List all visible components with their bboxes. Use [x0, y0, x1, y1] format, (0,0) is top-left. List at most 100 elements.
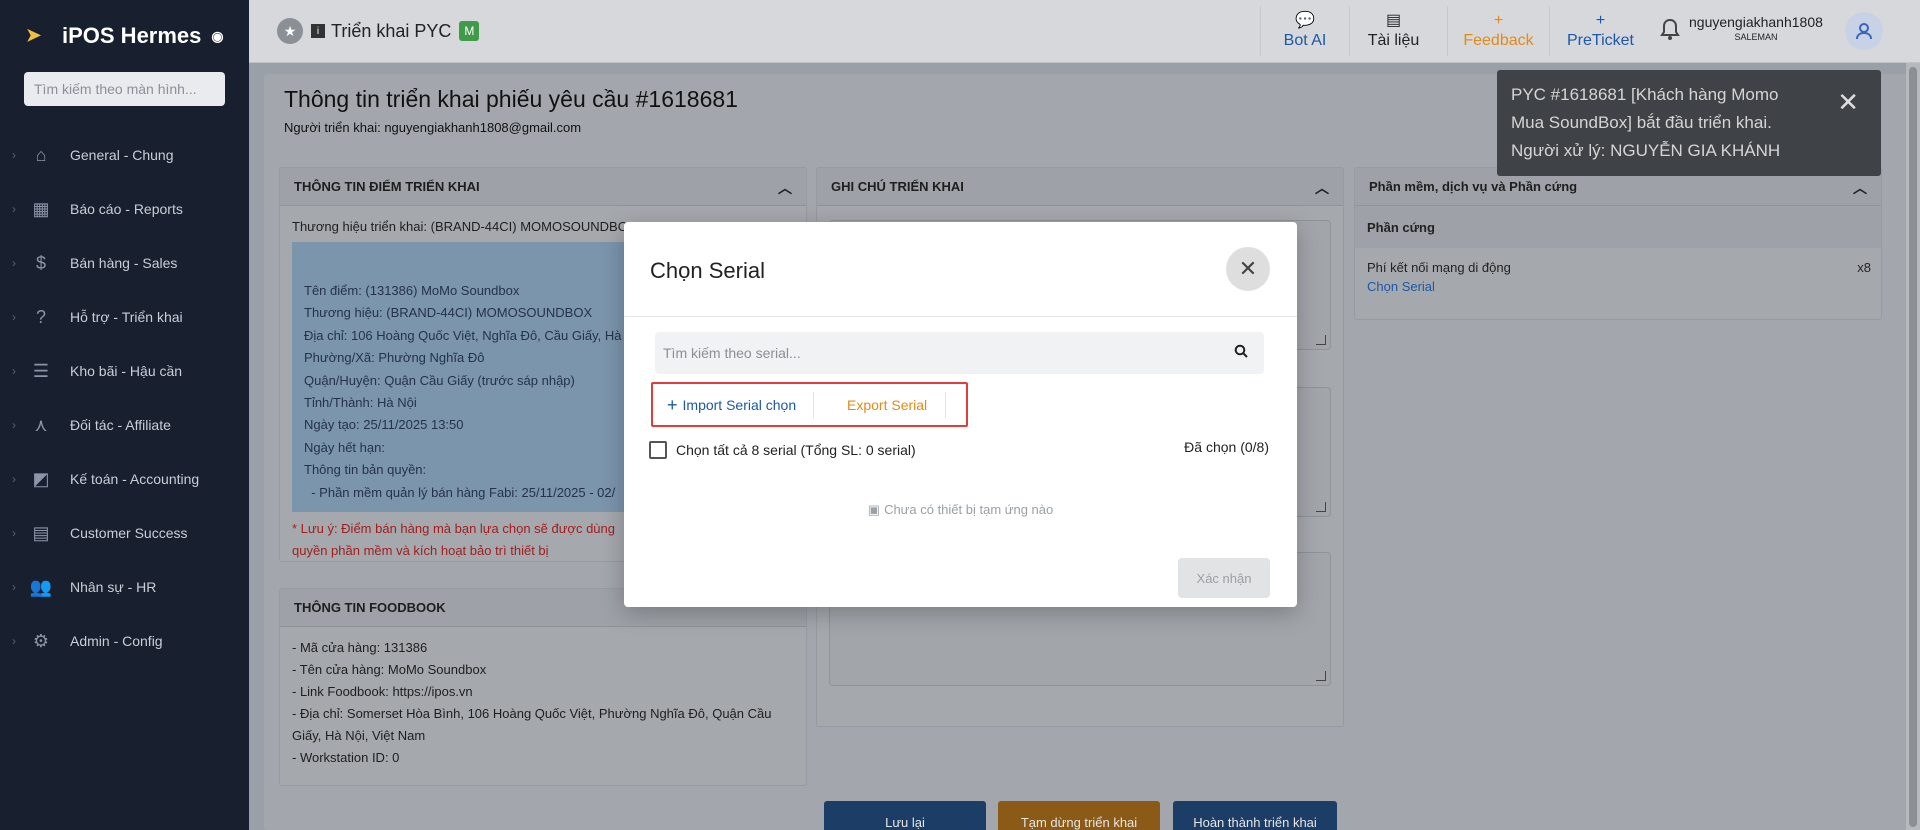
chevron-right-icon: ›	[12, 148, 16, 162]
topbar-button-bot-ai[interactable]: 💬 Bot AI	[1260, 6, 1349, 56]
topbar: ★ i Triển khai PYC M 💬 Bot AI ▤ Tài liệu + Fe…	[249, 0, 1920, 63]
confirm-button[interactable]: Xác nhận	[1178, 558, 1270, 598]
select-all-row[interactable]: Chọn tất cả 8 serial (Tổng SL: 0 serial)	[649, 441, 916, 459]
select-all-checkbox[interactable]	[649, 441, 667, 459]
resize-handle-icon[interactable]	[1316, 335, 1326, 345]
brand[interactable]: ➤ iPOS Hermes ◉	[0, 0, 249, 72]
sidebar-item[interactable]: › ▦ Báo cáo - Reports	[0, 182, 249, 236]
bell-icon[interactable]	[1659, 18, 1681, 45]
bottom-action-button[interactable]: Hoàn thành triển khai	[1173, 801, 1337, 830]
radio-dot-icon[interactable]: ◉	[211, 28, 223, 45]
page-scrollbar[interactable]	[1906, 63, 1920, 830]
topbar-button-label: Bot AI	[1283, 31, 1327, 49]
dollar-icon: $	[35, 252, 46, 273]
sidebar-item-label: General - Chung	[70, 147, 174, 163]
topbar-button-label: PreTicket	[1567, 31, 1634, 49]
bottom-action-button[interactable]: Lưu lại	[824, 801, 986, 830]
section-title: Phần cứng	[1367, 219, 1435, 235]
sidebar-item-label: Đối tác - Affiliate	[70, 417, 171, 433]
choose-serial-modal: Chọn Serial ✕ Tìm kiếm theo serial... + …	[624, 222, 1297, 607]
search-placeholder: Tìm kiếm theo serial...	[663, 345, 801, 361]
sidebar-item-label: Báo cáo - Reports	[70, 201, 183, 217]
foodbook-line: Giấy, Hà Nội, Việt Nam	[292, 728, 426, 743]
chevron-right-icon: ›	[12, 472, 16, 486]
sidebar-item[interactable]: › $ Bán hàng - Sales	[0, 236, 249, 290]
topbar-button-feedback[interactable]: + Feedback	[1447, 6, 1549, 56]
chevron-up-icon[interactable]: ︿	[1853, 178, 1867, 198]
sidebar-item[interactable]: › 👥 Nhân sự - HR	[0, 560, 249, 614]
hardware-section: Phần cứng	[1355, 206, 1881, 248]
page-heading: Triển khai PYC	[331, 20, 452, 41]
card-title: THÔNG TIN FOODBOOK	[294, 600, 446, 615]
user-info[interactable]: nguyengiakhanh1808 SALEMAN	[1689, 14, 1823, 42]
logo-icon: ➤	[26, 25, 42, 45]
sidebar-item[interactable]: › ◩ Kế toán - Accounting	[0, 452, 249, 506]
sidebar-search-input[interactable]: Tìm kiếm theo màn hình...	[24, 72, 225, 106]
username: nguyengiakhanh1808	[1689, 14, 1823, 30]
sidebar-item[interactable]: ›? Hỗ trợ - Triển khai	[0, 290, 249, 344]
close-icon[interactable]: ✕	[1226, 247, 1270, 291]
chevron-right-icon: ›	[12, 364, 16, 378]
page-subtitle: Người triển khai: nguyengiakhanh1808@gma…	[284, 120, 582, 135]
item-quantity: x8	[1857, 260, 1871, 275]
choose-serial-link[interactable]: Chọn Serial	[1367, 279, 1869, 294]
sidebar-item[interactable]: › ⌂ General - Chung	[0, 128, 249, 182]
contact-icon: ▤	[32, 522, 50, 543]
sidebar-item-label: Bán hàng - Sales	[70, 255, 178, 271]
sidebar-item-label: Kho bãi - Hậu cần	[70, 363, 183, 379]
chevron-right-icon: ›	[12, 256, 16, 270]
network-icon: ⋏	[34, 414, 48, 435]
sidebar-item-label: Customer Success	[70, 525, 188, 541]
sidebar-item[interactable]: › ⚙ Admin - Config	[0, 614, 249, 668]
chat-icon: 💬	[1295, 11, 1315, 29]
card-title: GHI CHÚ TRIỂN KHAI	[831, 179, 964, 194]
chevron-right-icon: ›	[12, 202, 16, 216]
sidebar: ➤ iPOS Hermes ◉ Tìm kiếm theo màn hình..…	[0, 0, 249, 830]
empty-text: Chưa có thiết bị tạm ứng nào	[884, 502, 1054, 517]
import-serial-button[interactable]: + Import Serial chọn	[667, 396, 796, 414]
resize-handle-icon[interactable]	[1316, 671, 1326, 681]
serial-search-input[interactable]: Tìm kiếm theo serial...	[655, 332, 1264, 374]
star-icon: ★	[277, 18, 303, 44]
chevron-right-icon: ›	[12, 418, 16, 432]
export-serial-button[interactable]: Export Serial	[847, 397, 927, 413]
chevron-up-icon[interactable]: ︿	[778, 178, 792, 198]
card-header[interactable]: GHI CHÚ TRIỂN KHAI ︿	[817, 168, 1343, 206]
select-all-label: Chọn tất cả 8 serial (Tổng SL: 0 serial)	[676, 442, 916, 458]
chevron-right-icon: ›	[12, 634, 16, 648]
card-header[interactable]: THÔNG TIN ĐIỂM TRIỂN KHAI ︿	[280, 168, 806, 206]
toast-close-icon[interactable]: ✕	[1837, 88, 1859, 116]
sidebar-item-label: Hỗ trợ - Triển khai	[70, 309, 183, 325]
modal-title: Chọn Serial	[650, 258, 765, 283]
empty-state: ▣ Chưa có thiết bị tạm ứng nào	[624, 502, 1297, 518]
toast-notification: PYC #1618681 [Khách hàng Momo Mua SoundB…	[1497, 70, 1881, 176]
hardware-item: Phí kết nối mạng di động x8 Chọn Serial	[1355, 248, 1881, 306]
chevron-right-icon: ›	[12, 580, 16, 594]
toast-line-3: Người xử lý: NGUYỄN GIA KHÁNH	[1511, 141, 1781, 160]
resize-handle-icon[interactable]	[1316, 502, 1326, 512]
brand-name: iPOS Hermes	[62, 23, 202, 48]
topbar-button-preticket[interactable]: + PreTicket	[1549, 6, 1651, 56]
user-role: SALEMAN	[1734, 32, 1778, 42]
sidebar-item-label: Kế toán - Accounting	[70, 471, 200, 487]
software-hardware-card: Phần mềm, dịch vụ và Phần cứng ︿ Phần cứ…	[1354, 167, 1882, 320]
sidebar-item-label: Nhân sự - HR	[70, 579, 157, 595]
box-icon: ▣	[867, 502, 881, 517]
topbar-button-label: Feedback	[1463, 31, 1534, 49]
chevron-right-icon: ›	[12, 310, 16, 324]
avatar-icon[interactable]	[1845, 12, 1883, 50]
sidebar-item[interactable]: › ⋏ Đối tác - Affiliate	[0, 398, 249, 452]
sidebar-item[interactable]: › ☰ Kho bãi - Hậu cần	[0, 344, 249, 398]
sidebar-item[interactable]: › ▤ Customer Success	[0, 506, 249, 560]
info-icon: i	[311, 24, 325, 38]
bottom-action-button[interactable]: Tạm dừng triển khai	[998, 801, 1160, 830]
toast-line-1: PYC #1618681 [Khách hàng Momo	[1511, 85, 1779, 104]
foodbook-line: - Địa chỉ: Somerset Hòa Bình, 106 Hoàng …	[292, 706, 772, 721]
scrollbar-thumb[interactable]	[1909, 67, 1917, 827]
chevron-up-icon[interactable]: ︿	[1315, 178, 1329, 198]
foodbook-card: THÔNG TIN FOODBOOK - Mã cửa hàng: 131386…	[279, 588, 807, 786]
card-title: THÔNG TIN ĐIỂM TRIỂN KHAI	[294, 179, 480, 194]
search-icon[interactable]	[1234, 344, 1248, 361]
topbar-button-tài-liệu[interactable]: ▤ Tài liệu	[1349, 6, 1437, 56]
foodbook-line: - Link Foodbook: https://ipos.vn	[292, 684, 473, 699]
